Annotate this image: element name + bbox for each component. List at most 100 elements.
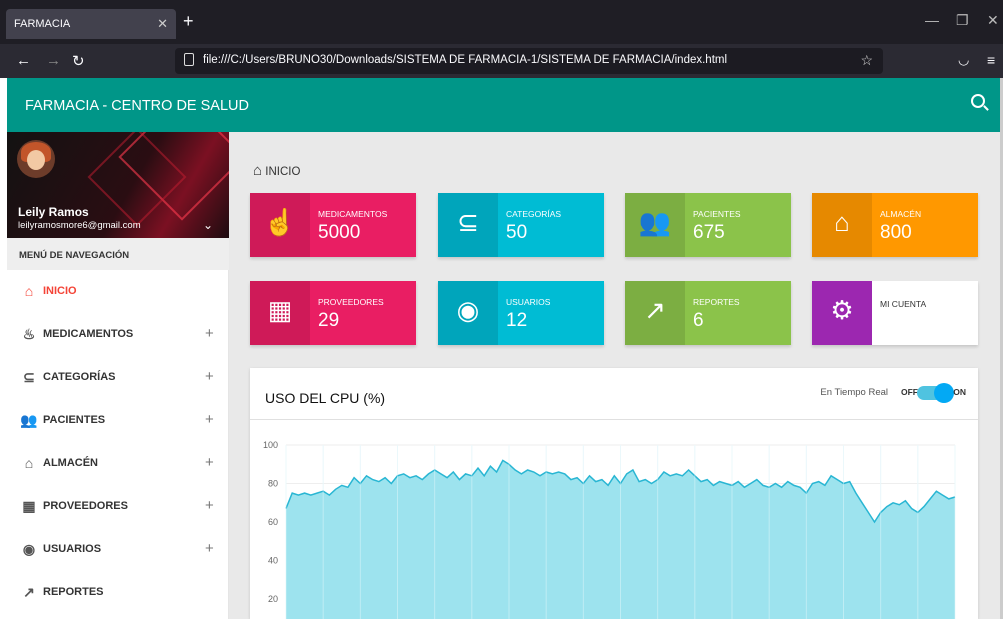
search-icon[interactable] bbox=[971, 94, 985, 108]
panel-title: USO DEL CPU (%) bbox=[265, 390, 386, 406]
card-value: 675 bbox=[693, 222, 725, 243]
breadcrumb-label: INICIO bbox=[265, 166, 301, 178]
main-content: ⌂ INICIO ☝ MEDICAMENTOS 5000 ⊆ CATEGORÍAS 50 👥… bbox=[229, 132, 1003, 619]
user-info-panel: Leily Ramos leilyramosmore6@gmail.com ⌄ bbox=[7, 132, 229, 238]
home-icon[interactable]: ⌂ bbox=[253, 162, 262, 179]
browser-tab-bar: FARMACIA ✕ + — ❐ ✕ bbox=[0, 0, 1003, 44]
app-header: FARMACIA - CENTRO DE SALUD bbox=[7, 78, 1003, 132]
y-tick-label: 60 bbox=[268, 517, 278, 527]
toggle-knob[interactable] bbox=[934, 383, 954, 403]
card-text: ALMACÉN 800 bbox=[872, 193, 978, 257]
reload-icon[interactable]: ↻ bbox=[72, 52, 85, 70]
close-tab-icon[interactable]: ✕ bbox=[157, 16, 168, 32]
card-pacientes[interactable]: 👥 PACIENTES 675 bbox=[625, 193, 791, 257]
sidebar: Leily Ramos leilyramosmore6@gmail.com ⌄ … bbox=[7, 132, 229, 619]
user-circle-icon: ◉ bbox=[22, 541, 36, 557]
sidebar-item-usuarios[interactable]: ◉ USUARIOS + bbox=[7, 528, 229, 571]
card-label: ALMACÉN bbox=[880, 209, 922, 219]
sidebar-item-label: MEDICAMENTOS bbox=[43, 328, 134, 340]
card-value: 50 bbox=[506, 222, 528, 243]
card-label: PROVEEDORES bbox=[318, 297, 384, 307]
sidebar-item-label: CATEGORÍAS bbox=[43, 371, 116, 383]
building-icon: ▦ bbox=[250, 281, 310, 345]
trending-up-icon: ↗ bbox=[23, 584, 35, 600]
sidebar-item-reportes[interactable]: ↗ REPORTES bbox=[7, 571, 229, 614]
cpu-usage-panel: USO DEL CPU (%) En Tiempo Real OFF ON 10… bbox=[250, 368, 978, 619]
card-almacen[interactable]: ⌂ ALMACÉN 800 bbox=[812, 193, 978, 257]
back-icon[interactable]: ← bbox=[16, 52, 31, 69]
sidebar-item-label: PACIENTES bbox=[43, 414, 106, 426]
cpu-area-chart: 100 80 60 40 20 bbox=[263, 440, 956, 619]
home-icon: ⌂ bbox=[24, 283, 34, 299]
card-proveedores[interactable]: ▦ PROVEEDORES 29 bbox=[250, 281, 416, 345]
trending-up-icon: ↗ bbox=[625, 281, 685, 345]
card-value: 12 bbox=[506, 310, 528, 331]
new-tab-icon[interactable]: + bbox=[183, 11, 194, 32]
sidebar-item-label: REPORTES bbox=[43, 586, 104, 598]
realtime-toggle[interactable] bbox=[917, 383, 954, 403]
sidebar-item-medicamentos[interactable]: ♨ MEDICAMENTOS + bbox=[7, 313, 229, 356]
forward-icon[interactable]: → bbox=[46, 52, 61, 69]
expand-plus-icon[interactable]: + bbox=[205, 325, 214, 342]
pocket-icon[interactable]: ◡ bbox=[958, 52, 969, 68]
sidebar-item-categorias[interactable]: ⊆ CATEGORÍAS + bbox=[7, 356, 229, 399]
category-icon: ⊆ bbox=[438, 193, 498, 257]
card-text: REPORTES 6 bbox=[685, 281, 791, 345]
url-text: file:///C:/Users/BRUNO30/Downloads/SISTE… bbox=[203, 54, 728, 66]
y-tick-label: 20 bbox=[268, 594, 278, 604]
browser-nav-bar: ← → ↻ file:///C:/Users/BRUNO30/Downloads… bbox=[0, 44, 1003, 78]
app-title: FARMACIA - CENTRO DE SALUD bbox=[25, 98, 249, 114]
people-icon: 👥 bbox=[20, 412, 38, 428]
card-text: USUARIOS 12 bbox=[498, 281, 604, 345]
card-label: CATEGORÍAS bbox=[506, 209, 562, 219]
expand-plus-icon[interactable]: + bbox=[205, 540, 214, 557]
sidebar-item-inicio[interactable]: ⌂ INICIO bbox=[7, 270, 229, 313]
user-email: leilyramosmore6@gmail.com bbox=[18, 220, 141, 231]
card-reportes[interactable]: ↗ REPORTES 6 bbox=[625, 281, 791, 345]
restore-icon[interactable]: ❐ bbox=[956, 12, 969, 29]
card-categorias[interactable]: ⊆ CATEGORÍAS 50 bbox=[438, 193, 604, 257]
card-text: MEDICAMENTOS 5000 bbox=[310, 193, 416, 257]
menu-icon[interactable]: ≡ bbox=[987, 52, 995, 68]
avatar bbox=[17, 140, 55, 178]
breadcrumb: ⌂ INICIO bbox=[253, 162, 300, 179]
close-window-icon[interactable]: ✕ bbox=[987, 12, 999, 29]
card-value: 800 bbox=[880, 222, 912, 243]
card-usuarios[interactable]: ◉ USUARIOS 12 bbox=[438, 281, 604, 345]
off-label: OFF bbox=[901, 387, 918, 397]
sidebar-item-label: PROVEEDORES bbox=[43, 500, 128, 512]
settings-icon: ⚙ bbox=[812, 281, 872, 345]
y-tick-label: 100 bbox=[263, 440, 278, 450]
minimize-icon[interactable]: — bbox=[925, 12, 939, 28]
people-icon: 👥 bbox=[625, 193, 685, 257]
card-label: USUARIOS bbox=[506, 297, 551, 307]
sidebar-item-label: INICIO bbox=[43, 285, 77, 297]
expand-plus-icon[interactable]: + bbox=[205, 454, 214, 471]
building-icon: ▦ bbox=[22, 498, 36, 514]
sidebar-item-proveedores[interactable]: ▦ PROVEEDORES + bbox=[7, 485, 229, 528]
sidebar-item-almacen[interactable]: ⌂ ALMACÉN + bbox=[7, 442, 229, 485]
card-label: PACIENTES bbox=[693, 209, 741, 219]
card-value: 29 bbox=[318, 310, 340, 331]
category-icon: ⊆ bbox=[23, 369, 35, 385]
card-value: 6 bbox=[693, 310, 704, 331]
card-text: MI CUENTA bbox=[872, 281, 978, 345]
y-tick-label: 80 bbox=[268, 479, 278, 489]
expand-plus-icon[interactable]: + bbox=[205, 411, 214, 428]
chevron-down-icon[interactable]: ⌄ bbox=[203, 218, 213, 232]
warehouse-icon: ⌂ bbox=[24, 455, 34, 471]
medicine-hand-icon: ☝ bbox=[250, 193, 310, 257]
bookmark-star-icon[interactable]: ☆ bbox=[860, 52, 873, 69]
realtime-label: En Tiempo Real bbox=[820, 387, 888, 398]
card-mi-cuenta[interactable]: ⚙ MI CUENTA bbox=[812, 281, 978, 345]
card-medicamentos[interactable]: ☝ MEDICAMENTOS 5000 bbox=[250, 193, 416, 257]
address-bar[interactable]: file:///C:/Users/BRUNO30/Downloads/SISTE… bbox=[175, 48, 883, 74]
sidebar-item-label: USUARIOS bbox=[43, 543, 102, 555]
medicine-hand-icon: ♨ bbox=[22, 326, 36, 342]
browser-tab[interactable]: FARMACIA ✕ bbox=[6, 9, 176, 39]
user-name: Leily Ramos bbox=[18, 205, 89, 219]
expand-plus-icon[interactable]: + bbox=[205, 368, 214, 385]
user-circle-icon: ◉ bbox=[438, 281, 498, 345]
sidebar-item-pacientes[interactable]: 👥 PACIENTES + bbox=[7, 399, 229, 442]
expand-plus-icon[interactable]: + bbox=[205, 497, 214, 514]
